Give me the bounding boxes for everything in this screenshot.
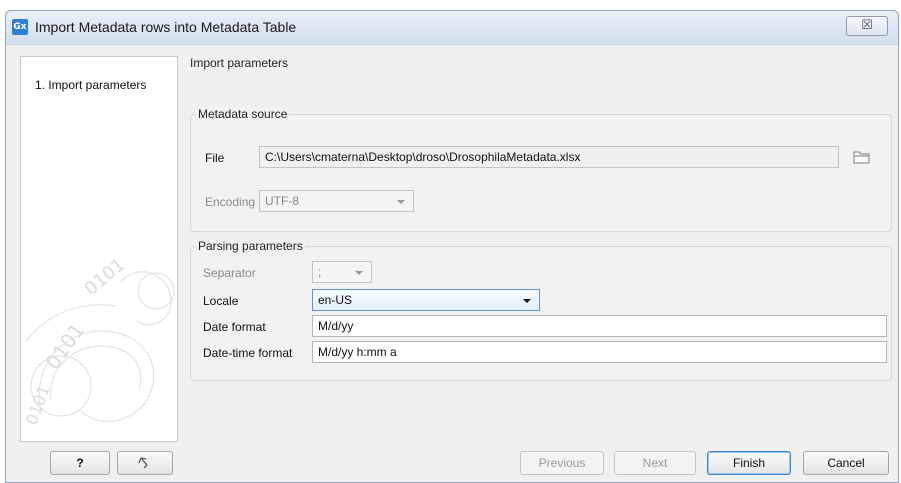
finish-button[interactable]: Finish [707,451,791,475]
separator-select[interactable]: ; [312,261,372,283]
metadata-source-group: Metadata source File C:\Users\cmaterna\D… [190,107,892,232]
help-button[interactable]: ? [50,451,110,475]
cancel-button[interactable]: Cancel [803,451,889,475]
encoding-label: Encoding [205,195,256,209]
datetime-format-label: Date-time format [203,346,293,360]
close-button[interactable]: ☒ [846,16,888,36]
chevron-down-icon [523,299,531,303]
previous-button[interactable]: Previous [520,451,604,475]
undo-icon [138,457,148,469]
encoding-select[interactable]: UTF-8 [259,190,414,212]
title-bar: Gx Import Metadata rows into Metadata Ta… [6,11,898,45]
separator-value: ; [318,265,322,279]
app-icon: Gx [12,19,28,35]
close-icon: ☒ [861,18,873,33]
svg-text:0101: 0101 [40,318,89,373]
datetime-format-input[interactable]: M/d/yy h:mm a [312,341,887,363]
svg-text:0101: 0101 [22,383,54,428]
parsing-parameters-title: Parsing parameters [196,239,305,253]
svg-text:0101: 0101 [81,254,130,300]
chevron-down-icon [397,200,405,204]
step-import-parameters[interactable]: 1. Import parameters [35,78,146,92]
date-format-label: Date format [203,320,266,334]
chevron-down-icon [355,271,363,275]
watermark-logo: 0101 0101 0101 [22,254,175,428]
wizard-steps-panel: 1. Import parameters 0101 0101 0101 [20,56,178,442]
locale-select[interactable]: en-US [312,289,540,311]
window-title: Import Metadata rows into Metadata Table [35,19,297,35]
metadata-source-title: Metadata source [196,107,290,121]
reset-button[interactable] [117,451,173,475]
locale-value: en-US [318,293,353,307]
import-metadata-dialog: Gx Import Metadata rows into Metadata Ta… [5,10,899,483]
encoding-value: UTF-8 [265,194,299,208]
date-format-input[interactable]: M/d/yy [312,315,887,337]
file-label: File [205,151,225,165]
next-button[interactable]: Next [614,451,696,475]
page-title: Import parameters [190,56,289,70]
parsing-parameters-group: Parsing parameters Separator ; Locale en… [190,239,892,381]
folder-icon[interactable] [853,150,871,164]
locale-label: Locale [203,294,239,308]
separator-label: Separator [203,266,256,280]
parameters-panel: Import parameters Metadata source File C… [182,56,896,442]
file-path-field[interactable]: C:\Users\cmaterna\Desktop\droso\Drosophi… [259,146,839,168]
